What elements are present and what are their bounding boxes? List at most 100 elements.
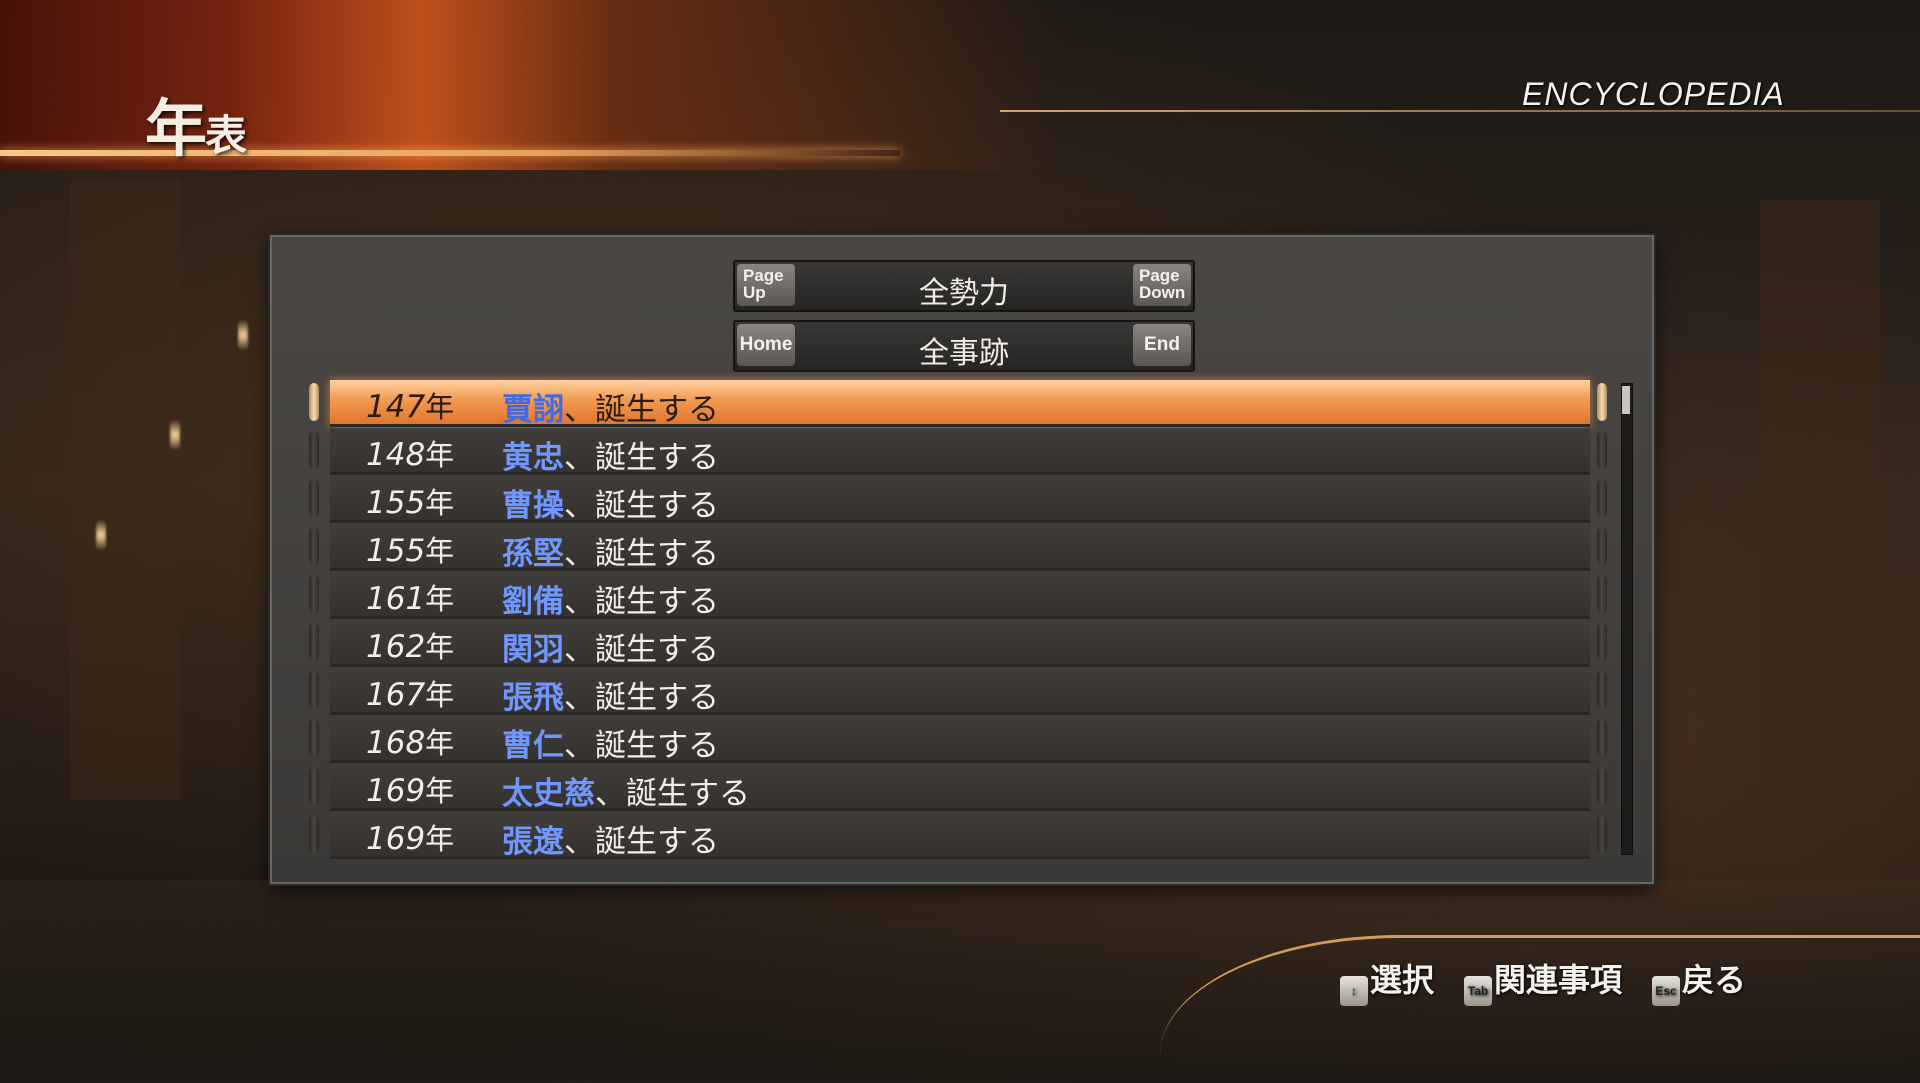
row-cap-right [1597, 767, 1607, 805]
row-cap-right [1597, 431, 1607, 469]
row-year-number: 168 [366, 725, 426, 761]
row-year-number: 147 [366, 389, 426, 425]
row-event-text: 、誕生する [564, 488, 719, 524]
page-down-key[interactable]: Page Down [1133, 264, 1191, 306]
keyboard-key-icon: Tab [1464, 976, 1493, 1006]
timeline-row[interactable]: 147年 賈詡、誕生する [330, 380, 1590, 429]
row-event-text: 、誕生する [564, 440, 719, 476]
page-title: 年表 [145, 78, 247, 168]
background-pillar-right [1760, 200, 1880, 880]
event-type-filter[interactable]: Home 全事跡 End [733, 320, 1195, 372]
row-event: 曹操、誕生する [502, 480, 719, 525]
row-year-suffix: 年 [425, 630, 455, 664]
event-type-filter-label: 全事跡 [919, 336, 1009, 371]
row-event: 劉備、誕生する [502, 576, 719, 621]
scrollbar-thumb[interactable] [1622, 386, 1630, 414]
row-year: 167年 [366, 672, 454, 714]
row-year-number: 148 [366, 437, 426, 473]
row-person-name: 劉備 [502, 584, 564, 620]
row-person-name: 賈詡 [502, 392, 564, 428]
row-cap-right [1597, 719, 1607, 757]
row-cap-left [309, 623, 319, 661]
control-hints: ↕ 選択 Tab 関連事項 Esc 戻る [1340, 955, 1776, 1006]
row-event: 孫堅、誕生する [502, 528, 719, 573]
row-event-text: 、誕生する [564, 680, 719, 716]
timeline-row[interactable]: 169年 張遼、誕生する [330, 812, 1590, 860]
row-cap-left [309, 431, 319, 469]
row-cap-right [1597, 383, 1607, 421]
timeline-row[interactable]: 148年 黄忠、誕生する [330, 428, 1590, 477]
row-event-text: 、誕生する [564, 584, 719, 620]
row-cap-right [1597, 527, 1607, 565]
faction-filter-label: 全勢力 [919, 276, 1009, 311]
background-candle [170, 420, 180, 450]
row-year-number: 169 [366, 773, 426, 809]
section-label: ENCYCLOPEDIA [1522, 76, 1785, 112]
row-year-suffix: 年 [425, 774, 455, 808]
page-title-small: 表 [205, 111, 247, 160]
row-person-name: 張遼 [502, 824, 564, 860]
row-year-suffix: 年 [425, 534, 455, 568]
row-year: 155年 [366, 480, 454, 522]
row-person-name: 曹仁 [502, 728, 564, 764]
header-accent-line [0, 150, 900, 156]
timeline-row[interactable]: 155年 孫堅、誕生する [330, 524, 1590, 573]
row-cap-left [309, 527, 319, 565]
row-cap-left [309, 815, 319, 853]
row-person-name: 孫堅 [502, 536, 564, 572]
row-person-name: 太史慈 [502, 776, 595, 812]
timeline-row[interactable]: 167年 張飛、誕生する [330, 668, 1590, 717]
row-cap-right [1597, 479, 1607, 517]
row-cap-right [1597, 623, 1607, 661]
background-candle [96, 520, 106, 550]
row-event: 関羽、誕生する [502, 624, 719, 669]
end-key[interactable]: End [1133, 324, 1191, 366]
row-event-text: 、誕生する [564, 536, 719, 572]
row-year-suffix: 年 [425, 678, 455, 712]
control-hint-label: 戻る [1682, 961, 1747, 999]
row-year-number: 155 [366, 533, 426, 569]
row-event-text: 、誕生する [564, 392, 719, 428]
row-year: 161年 [366, 576, 454, 618]
timeline-row[interactable]: 169年 太史慈、誕生する [330, 764, 1590, 812]
row-year-suffix: 年 [425, 438, 455, 472]
background-candle [238, 320, 248, 350]
control-hint: Esc 戻る [1652, 955, 1746, 1006]
row-cap-left [309, 719, 319, 757]
row-year-suffix: 年 [425, 726, 455, 760]
row-year-number: 162 [366, 629, 426, 665]
row-cap-left [309, 671, 319, 709]
row-year-number: 155 [366, 485, 426, 521]
row-event-text: 、誕生する [564, 824, 719, 860]
row-event-text: 、誕生する [564, 632, 719, 668]
scrollbar-track[interactable] [1621, 383, 1633, 855]
row-year-number: 161 [366, 581, 426, 617]
row-year-suffix: 年 [425, 582, 455, 616]
background-pillar-left [70, 180, 180, 800]
row-person-name: 曹操 [502, 488, 564, 524]
timeline-row[interactable]: 155年 曹操、誕生する [330, 476, 1590, 525]
row-year-number: 167 [366, 677, 426, 713]
row-event: 張飛、誕生する [502, 672, 719, 717]
row-person-name: 関羽 [502, 632, 564, 668]
row-event: 賈詡、誕生する [502, 384, 719, 429]
row-year: 155年 [366, 528, 454, 570]
row-year: 169年 [366, 816, 454, 858]
row-cap-left [309, 479, 319, 517]
row-event: 曹仁、誕生する [502, 720, 719, 765]
page-title-main: 年 [145, 92, 207, 165]
row-cap-left [309, 575, 319, 613]
row-year: 169年 [366, 768, 454, 810]
timeline-row[interactable]: 168年 曹仁、誕生する [330, 716, 1590, 765]
row-year: 147年 [366, 384, 454, 426]
control-hint-label: 選択 [1370, 961, 1435, 999]
keyboard-key-icon: ↕ [1340, 976, 1368, 1006]
timeline-row[interactable]: 161年 劉備、誕生する [330, 572, 1590, 621]
timeline-row[interactable]: 162年 関羽、誕生する [330, 620, 1590, 669]
row-event: 黄忠、誕生する [502, 432, 719, 477]
faction-filter[interactable]: Page Up 全勢力 Page Down [733, 260, 1195, 312]
row-year-suffix: 年 [425, 390, 455, 424]
row-person-name: 黄忠 [502, 440, 564, 476]
control-hint: Tab 関連事項 [1464, 955, 1622, 1006]
row-cap-right [1597, 575, 1607, 613]
